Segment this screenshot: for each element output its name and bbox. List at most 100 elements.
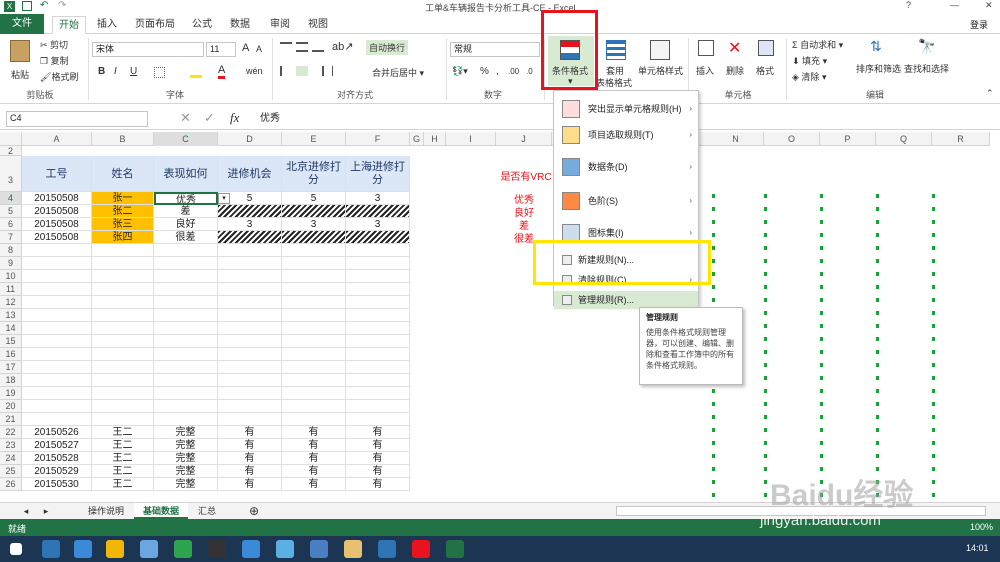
app-icon[interactable] xyxy=(174,540,192,558)
table-cell[interactable]: 有 xyxy=(346,478,410,491)
collapse-ribbon-icon[interactable]: ⌃ xyxy=(986,88,994,99)
orientation-icon[interactable]: ab↗ xyxy=(332,40,353,53)
table-cell[interactable] xyxy=(154,283,218,296)
table-cell[interactable] xyxy=(22,374,92,387)
row-header[interactable]: 14 xyxy=(0,322,22,335)
row-header[interactable]: 10 xyxy=(0,270,22,283)
table-cell[interactable] xyxy=(218,270,282,283)
zoom-level[interactable]: 100% xyxy=(970,522,993,532)
table-cell[interactable] xyxy=(346,387,410,400)
table-cell[interactable] xyxy=(346,244,410,257)
column-header-c[interactable]: C xyxy=(154,132,218,146)
header-cell-training[interactable]: 进修机会 xyxy=(218,156,282,192)
table-cell[interactable]: 20150530 xyxy=(22,478,92,491)
table-cell[interactable] xyxy=(282,270,346,283)
table-cell[interactable]: 完整 xyxy=(154,465,218,478)
table-cell[interactable] xyxy=(218,322,282,335)
table-cell[interactable] xyxy=(346,413,410,426)
font-size-select[interactable]: 11 xyxy=(206,42,236,57)
fill-button[interactable]: ⬇ 填充 ▾ xyxy=(792,54,827,67)
table-cell[interactable] xyxy=(92,309,154,322)
table-cell[interactable] xyxy=(22,257,92,270)
table-cell[interactable]: 有 xyxy=(346,452,410,465)
table-cell[interactable] xyxy=(346,361,410,374)
table-cell[interactable]: 20150529 xyxy=(22,465,92,478)
table-cell[interactable]: 完整 xyxy=(154,426,218,439)
app-icon[interactable] xyxy=(276,540,294,558)
table-cell[interactable] xyxy=(154,348,218,361)
table-cell[interactable]: 有 xyxy=(346,439,410,452)
select-all-corner[interactable] xyxy=(0,132,22,146)
table-cell[interactable]: 很差 xyxy=(154,231,218,244)
table-cell[interactable] xyxy=(282,244,346,257)
tab-view[interactable]: 视图 xyxy=(303,16,333,34)
table-cell[interactable]: 20150528 xyxy=(22,452,92,465)
outlook-icon[interactable] xyxy=(378,540,396,558)
table-cell[interactable]: 张三 xyxy=(92,218,154,231)
tab-data[interactable]: 数据 xyxy=(225,16,255,34)
align-left-icon[interactable] xyxy=(280,66,292,76)
table-cell[interactable]: 3 xyxy=(282,218,346,231)
shrink-font-button[interactable]: A xyxy=(256,44,262,54)
column-header-p[interactable]: P xyxy=(820,132,876,146)
table-cell[interactable] xyxy=(218,348,282,361)
column-header-q[interactable]: Q xyxy=(876,132,932,146)
table-cell[interactable]: 5 xyxy=(282,192,346,205)
table-cell[interactable]: 有 xyxy=(218,426,282,439)
table-cell[interactable] xyxy=(218,361,282,374)
column-header-h[interactable]: H xyxy=(424,132,446,146)
table-cell[interactable]: 优秀 xyxy=(154,192,218,205)
table-cell[interactable] xyxy=(22,348,92,361)
row-header[interactable]: 15 xyxy=(0,335,22,348)
redo-icon[interactable]: ↷ xyxy=(58,0,66,11)
tab-review[interactable]: 审阅 xyxy=(265,16,295,34)
prev-sheet-icon[interactable]: ◂ xyxy=(20,503,32,519)
table-cell[interactable] xyxy=(218,244,282,257)
table-cell[interactable] xyxy=(22,361,92,374)
enter-icon[interactable]: ✓ xyxy=(204,110,215,126)
format-cells-button[interactable]: 格式 xyxy=(754,36,780,86)
table-cell[interactable] xyxy=(282,231,346,244)
format-as-table-button[interactable]: 套用 表格格式 xyxy=(596,36,636,88)
row-header[interactable]: 4 xyxy=(0,192,22,205)
table-cell[interactable] xyxy=(154,335,218,348)
font-name-select[interactable]: 宋体 xyxy=(92,42,204,57)
row-header[interactable]: 18 xyxy=(0,374,22,387)
table-cell[interactable]: 王二 xyxy=(92,465,154,478)
browser-icon[interactable] xyxy=(140,540,158,558)
save-icon[interactable] xyxy=(22,1,32,11)
table-cell[interactable]: 有 xyxy=(282,465,346,478)
close-icon[interactable]: ✕ xyxy=(985,0,993,11)
column-header-g[interactable]: G xyxy=(410,132,424,146)
table-cell[interactable] xyxy=(154,374,218,387)
row-header[interactable]: 25 xyxy=(0,465,22,478)
column-header-e[interactable]: E xyxy=(282,132,346,146)
insert-cells-button[interactable]: 插入 xyxy=(694,36,720,86)
worksheet-grid[interactable]: 2 3 工号 姓名 表现如何 进修机会 北京进修打分 上海进修打分 是否有VRC… xyxy=(0,146,990,502)
table-cell[interactable]: 20150508 xyxy=(22,231,92,244)
number-format-select[interactable]: 常规 xyxy=(450,42,540,57)
grow-font-button[interactable]: A xyxy=(242,42,249,54)
align-center-icon[interactable] xyxy=(296,66,308,76)
table-cell[interactable] xyxy=(22,400,92,413)
table-cell[interactable]: 3 xyxy=(218,218,282,231)
table-cell[interactable] xyxy=(218,231,282,244)
dropdown-arrow-icon[interactable]: ▾ xyxy=(218,193,230,204)
table-cell[interactable] xyxy=(282,335,346,348)
table-cell[interactable] xyxy=(218,257,282,270)
border-icon[interactable] xyxy=(154,67,165,78)
table-cell[interactable] xyxy=(346,231,410,244)
header-cell-shanghai-score[interactable]: 上海进修打分 xyxy=(346,156,410,192)
table-cell[interactable] xyxy=(218,296,282,309)
merge-center-button[interactable]: 合并后居中 ▾ xyxy=(372,66,424,79)
column-header-j[interactable]: J xyxy=(496,132,552,146)
percent-button[interactable]: % xyxy=(480,66,489,77)
table-cell[interactable] xyxy=(92,400,154,413)
menu-data-bars[interactable]: 数据条(D) › xyxy=(554,153,698,181)
table-cell[interactable]: 有 xyxy=(346,465,410,478)
cancel-icon[interactable]: ✕ xyxy=(180,110,191,126)
name-box[interactable]: C4 xyxy=(6,111,148,127)
table-cell[interactable] xyxy=(346,283,410,296)
row-header[interactable]: 23 xyxy=(0,439,22,452)
table-cell[interactable]: 有 xyxy=(218,439,282,452)
